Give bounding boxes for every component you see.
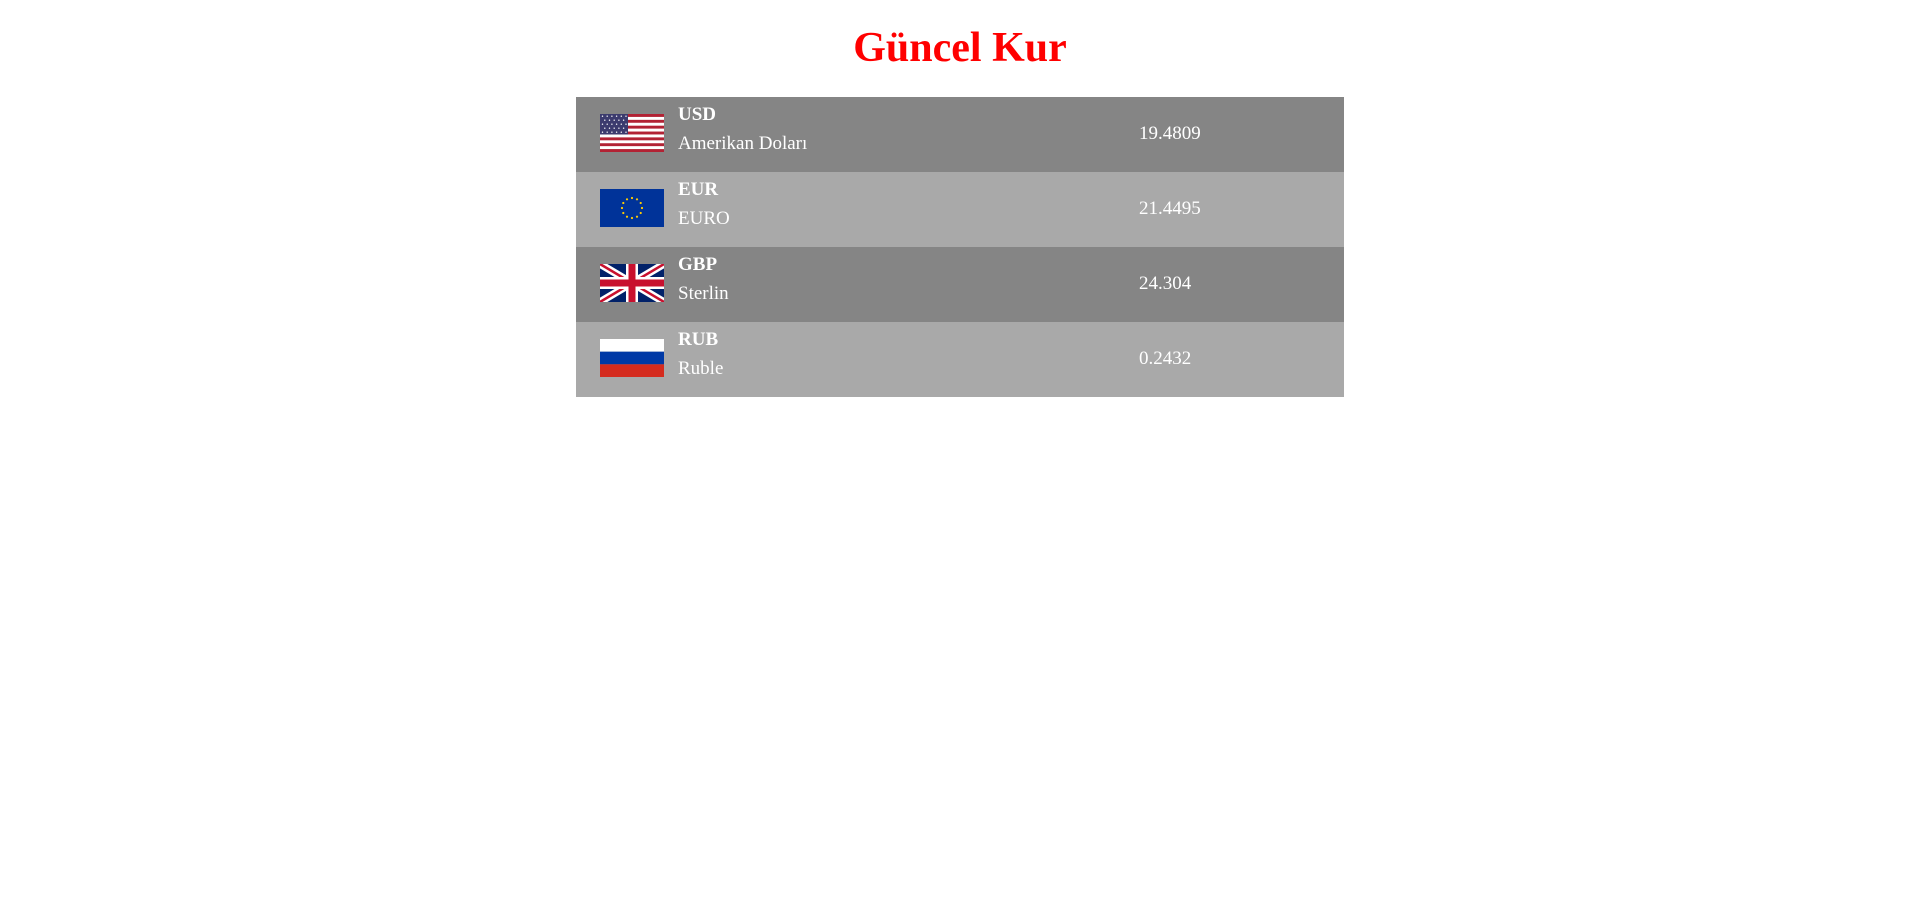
table-row: USD Amerikan Doları 19.4809 bbox=[576, 97, 1344, 172]
currency-rate: 21.4495 bbox=[1139, 198, 1201, 219]
russia-flag-icon bbox=[600, 339, 664, 377]
currency-name: EURO bbox=[678, 208, 730, 229]
currency-rate: 24.304 bbox=[1139, 273, 1192, 294]
currency-rate: 19.4809 bbox=[1139, 123, 1201, 144]
page-title: Güncel Kur bbox=[853, 25, 1067, 71]
currency-code: EUR bbox=[678, 179, 719, 200]
table-row: EUR EURO 21.4495 bbox=[576, 172, 1344, 247]
currency-code: USD bbox=[678, 104, 717, 125]
exchange-rate-table: USD Amerikan Doları 19.4809 EUR EURO 21.… bbox=[576, 97, 1344, 397]
currency-rate: 0.2432 bbox=[1139, 348, 1192, 369]
uk-flag-icon bbox=[600, 264, 664, 302]
table-row: GBP Sterlin 24.304 bbox=[576, 247, 1344, 322]
eu-flag-icon bbox=[600, 189, 664, 227]
currency-name: Amerikan Doları bbox=[678, 133, 808, 154]
us-flag-icon bbox=[600, 114, 664, 152]
page: Güncel Kur USD Amerikan Doları 19.4809 E… bbox=[0, 0, 1920, 904]
currency-name: Ruble bbox=[678, 358, 724, 379]
table-row: RUB Ruble 0.2432 bbox=[576, 322, 1344, 397]
currency-code: GBP bbox=[678, 254, 718, 275]
currency-code: RUB bbox=[678, 329, 719, 350]
currency-name: Sterlin bbox=[678, 283, 729, 304]
